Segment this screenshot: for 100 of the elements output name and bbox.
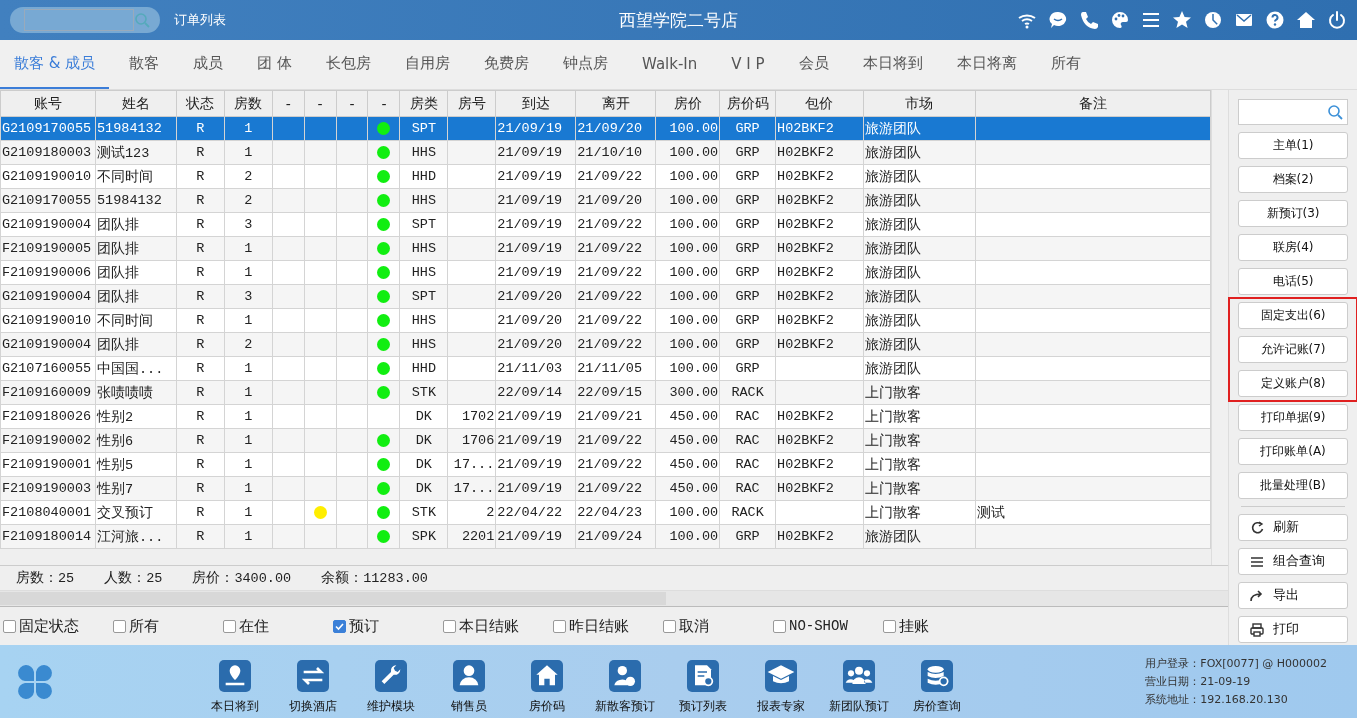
checkbox[interactable] — [553, 619, 566, 633]
dock-app-button[interactable]: 预订列表 — [664, 660, 742, 715]
column-header[interactable]: - — [336, 90, 368, 117]
coins-icon — [921, 660, 953, 692]
tool-button[interactable]: 打印 — [1238, 616, 1348, 643]
house-icon — [531, 660, 563, 692]
dock-app-button[interactable]: 报表专家 — [742, 660, 820, 715]
tab[interactable]: 自用房 — [391, 40, 464, 89]
column-header[interactable]: 房类 — [399, 90, 448, 117]
action-button[interactable]: 固定支出(6) — [1238, 302, 1348, 329]
checkbox-label[interactable]: 预订 — [349, 616, 379, 636]
column-header[interactable]: 状态 — [176, 90, 225, 117]
action-button[interactable]: 新预订(3) — [1238, 200, 1348, 227]
action-button[interactable]: 联房(4) — [1238, 234, 1348, 261]
column-header[interactable]: 房数 — [224, 90, 273, 117]
table-cell: 上门散客 — [863, 380, 976, 405]
action-button[interactable]: 电话(5) — [1238, 268, 1348, 295]
column-header[interactable]: 账号 — [0, 90, 96, 117]
table-cell: G2109190004 — [0, 284, 96, 309]
search-field[interactable] — [10, 7, 160, 33]
action-button[interactable]: 批量处理(B) — [1238, 472, 1348, 499]
checkbox-label[interactable]: 在住 — [239, 616, 269, 636]
tab[interactable]: 会员 — [784, 40, 843, 89]
tab[interactable]: V I P — [717, 40, 779, 89]
dock-app-button[interactable]: 本日将到 — [196, 660, 274, 715]
action-button[interactable]: 允许记账(7) — [1238, 336, 1348, 363]
checkbox[interactable] — [3, 619, 16, 633]
dock-app-button[interactable]: 新散客预订 — [586, 660, 664, 715]
checkbox[interactable] — [663, 619, 676, 633]
column-header[interactable]: 姓名 — [95, 90, 177, 117]
phone-icon[interactable] — [1079, 10, 1099, 30]
summary-text: 人数：25 — [104, 570, 163, 588]
checkbox-label[interactable]: 挂账 — [899, 616, 929, 636]
column-header[interactable]: - — [304, 90, 337, 117]
checkbox[interactable] — [443, 619, 456, 633]
table-cell: 旅游团队 — [863, 332, 976, 357]
column-header[interactable]: - — [368, 90, 400, 117]
search-icon[interactable] — [1327, 104, 1343, 120]
tab[interactable]: 本日将离 — [942, 40, 1031, 89]
checkbox-label[interactable]: 固定状态 — [19, 616, 79, 636]
dock-app-button[interactable]: 房价查询 — [898, 660, 976, 715]
dock-app-button[interactable]: 切换酒店 — [274, 660, 352, 715]
tool-button[interactable]: 刷新 — [1238, 514, 1348, 541]
tool-button[interactable]: 导出 — [1238, 582, 1348, 609]
checkbox-label[interactable]: 昨日结账 — [569, 616, 629, 636]
tab[interactable]: 散客 — [115, 40, 174, 89]
menu-icon[interactable] — [1141, 10, 1161, 30]
tool-button[interactable]: 组合查询 — [1238, 548, 1348, 575]
search-field[interactable] — [1238, 99, 1348, 125]
scrollbar[interactable] — [1211, 90, 1228, 566]
action-button[interactable]: 打印单据(9) — [1238, 404, 1348, 431]
dock-app-button[interactable]: 销售员 — [430, 660, 508, 715]
help-icon[interactable] — [1265, 10, 1285, 30]
checkbox[interactable] — [223, 619, 236, 633]
column-header[interactable]: 备注 — [975, 90, 1211, 117]
checkbox-label[interactable]: NO-SHOW — [789, 618, 848, 635]
table-cell: 测试 — [975, 500, 1211, 525]
table-cell: F2109190002 — [0, 428, 96, 453]
action-button[interactable]: 主单(1) — [1238, 132, 1348, 159]
power-icon[interactable] — [1327, 10, 1347, 30]
table-cell: 旅游团队 — [863, 356, 976, 381]
checkbox-label[interactable]: 本日结账 — [459, 616, 519, 636]
checkbox[interactable] — [773, 619, 786, 633]
tab[interactable]: 本日将到 — [848, 40, 937, 89]
action-button[interactable]: 打印账单(A) — [1238, 438, 1348, 465]
action-button[interactable]: 档案(2) — [1238, 166, 1348, 193]
column-header[interactable]: 离开 — [575, 90, 656, 117]
checkbox-label[interactable]: 取消 — [679, 616, 709, 636]
column-header[interactable]: 房价码 — [719, 90, 776, 117]
column-header[interactable]: - — [272, 90, 305, 117]
checkbox-label[interactable]: 所有 — [129, 616, 159, 636]
star-icon[interactable] — [1172, 10, 1192, 30]
checkbox[interactable] — [333, 619, 346, 633]
tab[interactable]: Walk-In — [628, 40, 712, 89]
dock-app-button[interactable]: 新团队预订 — [820, 660, 898, 715]
action-button[interactable]: 定义账户(8) — [1238, 370, 1348, 397]
column-header[interactable]: 市场 — [863, 90, 976, 117]
checkbox[interactable] — [883, 619, 896, 633]
scrollbar[interactable] — [0, 591, 1228, 608]
table-cell: H02BKF2 — [775, 164, 864, 189]
column-header[interactable]: 到达 — [495, 90, 576, 117]
checkbox[interactable] — [113, 619, 126, 633]
column-header[interactable]: 房号 — [447, 90, 496, 117]
column-header[interactable]: 房价 — [655, 90, 720, 117]
chat-icon[interactable] — [1048, 10, 1068, 30]
tab[interactable]: 成员 — [179, 40, 238, 89]
tab[interactable]: 团 体 — [243, 40, 306, 89]
tab[interactable]: 长包房 — [312, 40, 385, 89]
tab[interactable]: 免费房 — [470, 40, 543, 89]
table-cell: 旅游团队 — [863, 236, 976, 261]
dock-app-button[interactable]: 房价码 — [508, 660, 586, 715]
column-header[interactable]: 包价 — [775, 90, 864, 117]
dock-app-button[interactable]: 维护模块 — [352, 660, 430, 715]
table-cell: 旅游团队 — [863, 308, 976, 333]
table-cell: F2109190001 — [0, 452, 96, 477]
tab[interactable]: 钟点房 — [549, 40, 622, 89]
refresh-icon — [1249, 519, 1265, 536]
palette-icon[interactable] — [1110, 10, 1130, 30]
home-icon[interactable] — [1296, 10, 1316, 30]
tab[interactable]: 所有 — [1036, 40, 1095, 89]
